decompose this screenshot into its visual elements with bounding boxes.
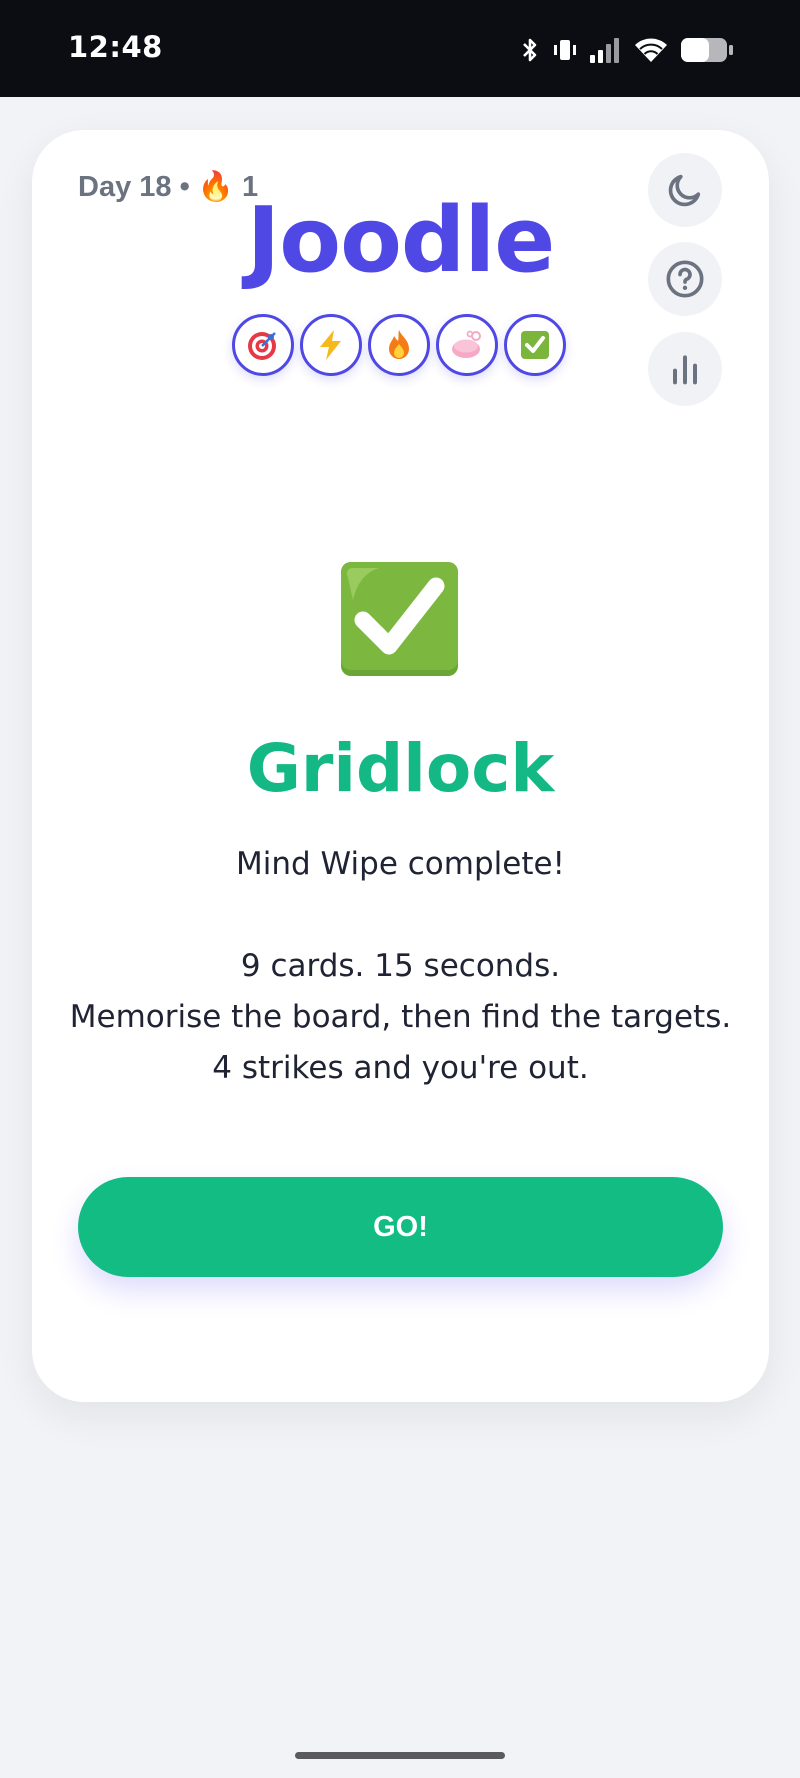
app-logo: Joodle — [246, 188, 555, 293]
stats-button[interactable] — [648, 332, 722, 406]
status-icons — [520, 34, 734, 66]
wifi-icon — [635, 38, 667, 62]
rules-line-2: Memorise the board, then find the target… — [69, 999, 732, 1035]
complete-check-icon — [341, 562, 458, 676]
vibrate-icon — [554, 40, 576, 60]
stats-icon — [673, 355, 697, 385]
rules-line-1: 9 cards. 15 seconds. — [240, 948, 561, 984]
signal-icon — [590, 38, 619, 63]
badge-lightning — [300, 314, 362, 376]
progress-badges — [232, 314, 566, 376]
game-title: Gridlock — [246, 730, 555, 807]
battery-icon — [681, 38, 733, 62]
status-message: Mind Wipe complete! — [236, 846, 565, 882]
badge-fire — [368, 314, 430, 376]
soap-icon — [452, 330, 481, 358]
badge-target — [232, 314, 294, 376]
home-indicator[interactable] — [295, 1752, 505, 1759]
status-bar: 12:48 — [0, 0, 800, 97]
badge-check — [504, 314, 566, 376]
badge-soap — [436, 314, 498, 376]
go-button[interactable]: GO! — [78, 1177, 723, 1277]
target-icon — [248, 332, 276, 360]
bluetooth-icon — [523, 38, 537, 62]
fire-icon — [389, 330, 409, 359]
check-icon — [521, 331, 549, 359]
lightning-icon — [320, 330, 341, 360]
rules-line-3: 4 strikes and you're out. — [212, 1050, 589, 1086]
game-card: Day 18 • 🔥 1 Joodle Gridlock Mind Wipe c… — [32, 130, 769, 1402]
status-time: 12:48 — [68, 30, 163, 64]
